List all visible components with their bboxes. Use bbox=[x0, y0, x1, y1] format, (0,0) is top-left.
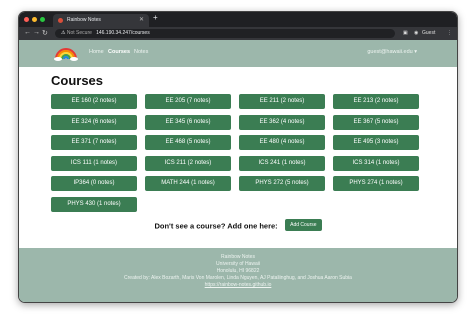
course-button[interactable]: PHYS 272 (5 notes) bbox=[239, 176, 325, 191]
course-button[interactable]: EE 324 (6 notes) bbox=[51, 114, 137, 130]
footer-university: University of Hawaii bbox=[216, 261, 260, 267]
tab-strip: Rainbow Notes ✕ + bbox=[19, 12, 457, 27]
course-button[interactable]: ICS 241 (1 notes) bbox=[239, 155, 325, 171]
site-footer: Rainbow Notes University of Hawaii Honol… bbox=[19, 248, 457, 302]
course-button[interactable]: EE 362 (4 notes) bbox=[239, 114, 325, 130]
course-button[interactable]: EE 211 (2 notes) bbox=[239, 94, 325, 109]
footer-app-name: Rainbow Notes bbox=[221, 254, 255, 260]
rainbow-logo[interactable] bbox=[53, 43, 79, 63]
course-button[interactable]: ICS 111 (1 notes) bbox=[51, 155, 137, 171]
course-button[interactable]: PHYS 274 (1 notes) bbox=[333, 176, 419, 191]
course-button[interactable]: EE 367 (5 notes) bbox=[333, 114, 419, 130]
sidebar-icon[interactable]: ▣ bbox=[403, 29, 408, 38]
browser-window: Rainbow Notes ✕ + ← → ↻ ⚠ Not Secure 146… bbox=[18, 11, 458, 303]
tab-close-icon[interactable]: ✕ bbox=[139, 14, 144, 27]
add-course-text: Don't see a course? Add one here: bbox=[154, 220, 278, 230]
minimize-window-icon[interactable] bbox=[32, 17, 37, 22]
nav-notes-link[interactable]: Notes bbox=[134, 49, 148, 55]
maximize-window-icon[interactable] bbox=[40, 17, 45, 22]
reload-icon[interactable]: ↻ bbox=[42, 29, 48, 37]
close-window-icon[interactable] bbox=[24, 17, 29, 22]
course-button[interactable]: EE 160 (2 notes) bbox=[51, 94, 137, 109]
address-bar[interactable]: ⚠ Not Secure 146.190.34.247/courses bbox=[55, 29, 395, 38]
course-button[interactable]: MATH 244 (1 notes) bbox=[145, 176, 231, 191]
new-tab-icon[interactable]: + bbox=[153, 13, 158, 22]
course-button[interactable]: EE 480 (4 notes) bbox=[239, 135, 325, 150]
course-button[interactable]: ICS 314 (1 notes) bbox=[333, 155, 419, 171]
page-title: Courses bbox=[51, 73, 104, 88]
nav-courses-link[interactable]: Courses bbox=[108, 49, 130, 55]
footer-link[interactable]: https://rainbow-notes.github.io bbox=[19, 282, 457, 289]
back-icon[interactable]: ← bbox=[24, 29, 31, 36]
add-course-prompt: Don't see a course? Add one here: Add Co… bbox=[51, 219, 425, 232]
main-content: Courses EE 160 (2 notes) EE 205 (7 notes… bbox=[19, 73, 457, 232]
tab-title: Rainbow Notes bbox=[67, 17, 101, 23]
profile-label[interactable]: Guest bbox=[422, 29, 435, 38]
course-button[interactable]: IP364 (0 notes) bbox=[51, 176, 137, 191]
user-menu[interactable]: guest@hawaii.edu ▾ bbox=[367, 49, 417, 55]
course-button[interactable]: EE 213 (2 notes) bbox=[333, 94, 419, 109]
forward-icon[interactable]: → bbox=[33, 29, 40, 36]
security-label: Not Secure bbox=[66, 30, 92, 36]
site-navbar: Home Courses Notes guest@hawaii.edu ▾ bbox=[19, 40, 457, 67]
browser-toolbar: ← → ↻ ⚠ Not Secure 146.190.34.247/course… bbox=[19, 27, 457, 40]
profile-icon[interactable]: ◉ bbox=[414, 29, 418, 38]
course-button[interactable]: EE 205 (7 notes) bbox=[145, 94, 231, 109]
footer-location: Honolulu, HI 96822 bbox=[216, 268, 260, 274]
menu-icon[interactable]: ⋮ bbox=[447, 29, 452, 38]
course-button[interactable]: PHYS 430 (1 notes) bbox=[51, 196, 137, 212]
course-button[interactable]: ICS 211 (2 notes) bbox=[145, 155, 231, 171]
url-text: 146.190.34.247/courses bbox=[96, 30, 150, 36]
favicon-icon bbox=[58, 18, 63, 23]
course-button[interactable]: EE 495 (3 notes) bbox=[333, 135, 419, 150]
course-button[interactable]: EE 371 (7 notes) bbox=[51, 135, 137, 150]
add-course-button[interactable]: Add Course bbox=[285, 219, 322, 232]
browser-tab[interactable]: Rainbow Notes ✕ bbox=[53, 14, 149, 27]
nav-home-link[interactable]: Home bbox=[89, 49, 104, 55]
course-button[interactable]: EE 345 (6 notes) bbox=[145, 114, 231, 130]
warning-icon: ⚠ bbox=[61, 30, 66, 36]
course-grid: EE 160 (2 notes) EE 205 (7 notes) EE 211… bbox=[51, 94, 425, 212]
course-button[interactable]: EE 468 (5 notes) bbox=[145, 135, 231, 150]
footer-credits: Created by: Alex Bozarth, Maris Von Maro… bbox=[124, 275, 352, 281]
